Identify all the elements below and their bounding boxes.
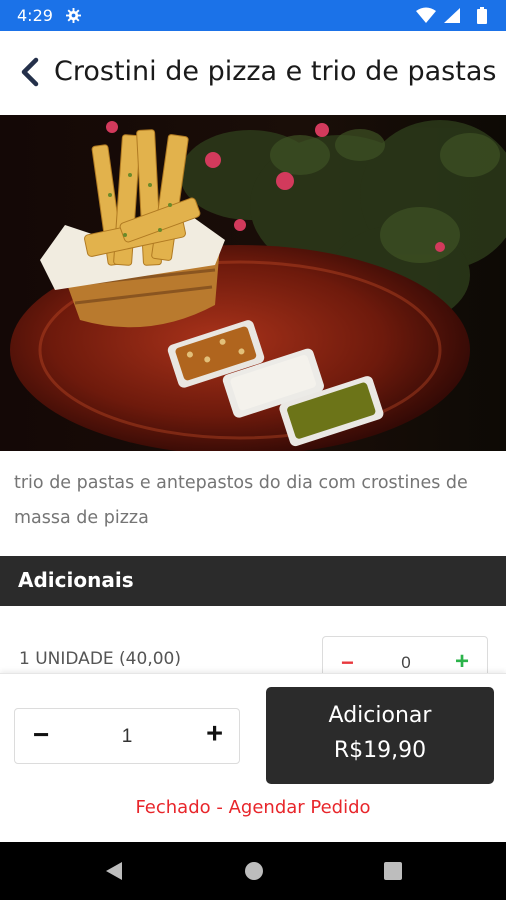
add-button-label: Adicionar <box>328 703 432 728</box>
add-to-cart-button[interactable]: Adicionar R$19,90 <box>266 687 494 784</box>
system-status-icons <box>416 7 487 24</box>
order-footer: − 1 + Adicionar R$19,90 Fechado - Agenda… <box>0 673 506 843</box>
wifi-icon <box>416 7 436 23</box>
additionals-section-title: Adicionais <box>18 568 134 592</box>
status-time: 4:29 <box>17 6 53 25</box>
quantity-increment-button[interactable]: + <box>206 718 223 751</box>
additionals-section-header: Adicionais <box>0 556 506 606</box>
product-description: trio de pastas e antepastos do dia com c… <box>14 473 468 528</box>
quantity-value: 1 <box>121 726 133 747</box>
status-bar: 4:29 <box>0 0 506 31</box>
add-button-price: R$19,90 <box>333 738 427 763</box>
back-arrow-icon[interactable] <box>18 57 44 87</box>
nav-recents-icon[interactable] <box>383 861 403 881</box>
additional-item-label: 1 UNIDADE (40,00) <box>19 649 181 669</box>
signal-icon <box>444 8 460 23</box>
gear-icon <box>66 8 81 23</box>
quantity-decrement-button[interactable]: − <box>33 719 49 751</box>
additional-quantity-value: 0 <box>401 653 411 672</box>
app-header: Crostini de pizza e trio de pastas <box>0 31 506 115</box>
page-title: Crostini de pizza e trio de pastas <box>54 56 497 87</box>
product-image <box>0 115 506 451</box>
system-navigation-bar <box>0 842 506 900</box>
nav-back-icon[interactable] <box>103 860 125 882</box>
battery-icon <box>477 7 487 24</box>
additional-increment-button[interactable]: + <box>455 648 469 676</box>
nav-home-icon[interactable] <box>243 860 265 882</box>
store-closed-status[interactable]: Fechado - Agendar Pedido <box>0 797 506 818</box>
quantity-stepper: − 1 + <box>14 708 240 764</box>
